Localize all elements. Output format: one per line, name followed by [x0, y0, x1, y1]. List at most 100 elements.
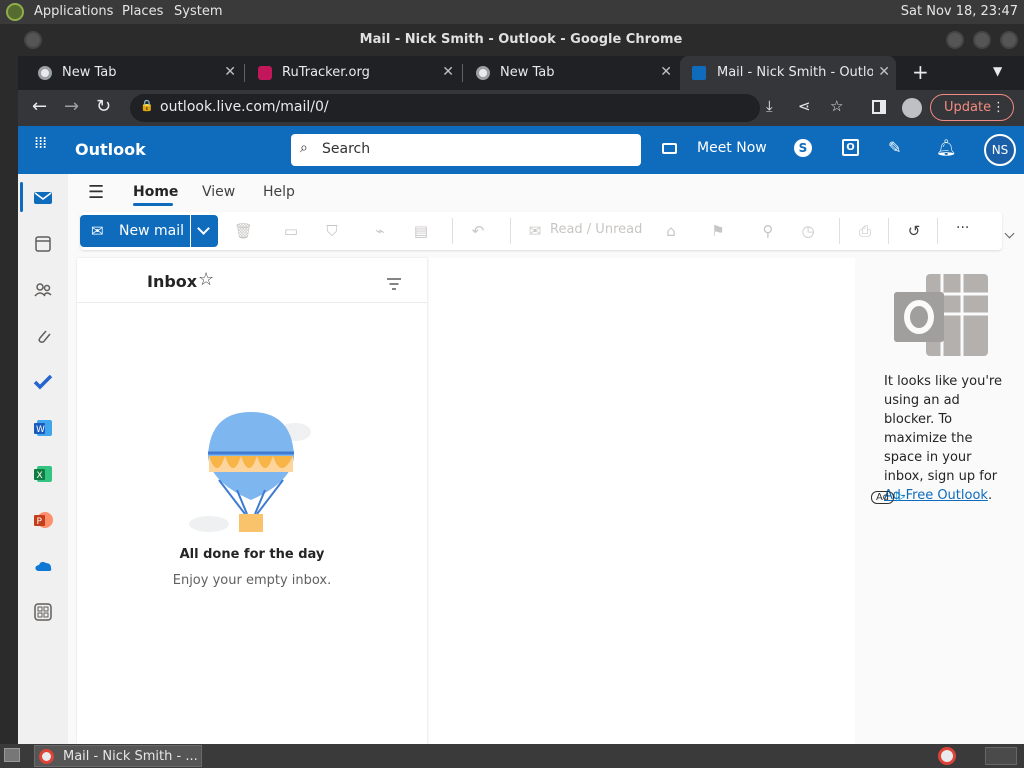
browser-window: Mail - Nick Smith - Outlook - Google Chr… — [18, 24, 1024, 744]
note-edit-icon[interactable]: ✎ — [888, 138, 901, 157]
close-icon[interactable]: ✕ — [878, 64, 890, 80]
taskbar-window-button[interactable]: Mail - Nick Smith - ... — [34, 745, 202, 767]
flag-icon[interactable]: ⚑ — [709, 222, 727, 240]
new-tab-button[interactable]: + — [912, 60, 929, 84]
side-panel-icon[interactable] — [872, 100, 886, 114]
workspace-switcher[interactable] — [985, 747, 1017, 765]
ribbon-divider — [452, 218, 453, 244]
paperclip-icon[interactable] — [32, 325, 54, 347]
forward-arrow-icon[interactable]: → — [64, 96, 79, 117]
meet-now-button[interactable]: Meet Now — [697, 140, 767, 156]
snooze-clock-icon[interactable]: ◷ — [799, 222, 817, 240]
close-icon[interactable]: ✕ — [660, 64, 672, 80]
ribbon-divider — [888, 218, 889, 244]
tray-chrome-icon[interactable] — [938, 747, 956, 765]
hamburger-menu-icon[interactable]: ☰ — [88, 182, 104, 203]
new-mail-button[interactable]: ✉ New mail — [80, 215, 190, 247]
chrome-icon — [476, 66, 490, 80]
rail-active-indicator — [20, 182, 23, 212]
print-icon[interactable]: ⎙ — [856, 222, 874, 240]
delete-icon[interactable]: 🗑︎ — [234, 222, 253, 240]
tab-label: Mail - Nick Smith - Outlook — [717, 65, 873, 80]
menu-system[interactable]: System — [174, 4, 222, 19]
back-arrow-icon[interactable]: ← — [32, 96, 47, 117]
bookmark-star-icon[interactable]: ☆ — [830, 97, 843, 115]
taskbar-window-label: Mail - Nick Smith - ... — [63, 749, 198, 764]
app-name[interactable]: Outlook — [75, 140, 146, 159]
tab-search-chevron-icon[interactable]: ▼ — [993, 64, 1002, 78]
close-icon[interactable]: ✕ — [442, 64, 454, 80]
window-menu-button[interactable] — [24, 31, 42, 49]
inbox-title: Inbox — [147, 272, 198, 291]
bell-icon[interactable]: 🔔︎ — [936, 138, 956, 157]
tag-icon[interactable]: ⌂ — [662, 222, 680, 240]
mail-icon[interactable] — [32, 187, 54, 209]
excel-icon[interactable]: X — [32, 463, 54, 485]
reply-icon[interactable]: ↶ — [469, 222, 487, 240]
adchoices-icon[interactable]: ▷ — [896, 489, 905, 503]
tab-outlook-mail[interactable]: Mail - Nick Smith - Outlook ✕ — [680, 56, 896, 90]
skype-icon[interactable]: S — [794, 139, 812, 157]
share-icon[interactable]: ⋖ — [798, 97, 811, 115]
system-clock[interactable]: Sat Nov 18, 23:47 — [901, 4, 1018, 19]
people-icon[interactable] — [32, 279, 54, 301]
tab-new-tab-2[interactable]: New Tab ✕ — [456, 56, 678, 90]
reading-pane — [429, 258, 855, 744]
ribbon-divider — [510, 218, 511, 244]
tab-help[interactable]: Help — [263, 184, 295, 200]
app-launcher-icon[interactable]: ⁞⁞⁞ — [34, 135, 47, 151]
search-box[interactable]: ⌕ Search — [291, 134, 641, 166]
tab-home[interactable]: Home — [133, 184, 178, 200]
svg-text:P: P — [37, 517, 43, 527]
address-bar[interactable]: 🔒 outlook.live.com/mail/0/ ⤓ ⋖ ☆ — [130, 94, 843, 122]
tab-new-tab-1[interactable]: New Tab ✕ — [18, 56, 242, 90]
ribbon-expand-chevron-icon[interactable] — [1004, 228, 1015, 239]
search-icon: ⌕ — [300, 140, 308, 156]
todo-check-icon[interactable] — [32, 371, 54, 393]
move-to-folder-icon[interactable]: ▤ — [412, 222, 430, 240]
message-list-pane: Inbox ☆ All done for the day Enjoy your … — [77, 258, 427, 744]
distro-logo-icon[interactable] — [6, 3, 24, 21]
tab-view[interactable]: View — [202, 184, 235, 200]
onedrive-icon[interactable] — [32, 555, 54, 577]
app-rail: W X P — [18, 174, 68, 744]
chrome-icon — [38, 66, 52, 80]
lock-icon: 🔒 — [140, 99, 154, 112]
pin-icon[interactable]: ⚲ — [759, 222, 777, 240]
calendar-icon[interactable] — [32, 233, 54, 255]
maximize-button[interactable] — [973, 31, 991, 49]
filter-icon[interactable] — [387, 275, 401, 290]
ribbon-divider — [937, 218, 938, 244]
powerpoint-icon[interactable]: P — [32, 509, 54, 531]
read-unread-button[interactable]: Read / Unread — [550, 222, 642, 237]
profile-avatar-icon[interactable] — [902, 98, 922, 118]
more-apps-icon[interactable] — [32, 601, 54, 623]
ad-text: It looks like you're using an ad blocker… — [884, 374, 1002, 484]
show-desktop-icon[interactable] — [4, 748, 20, 762]
close-window-button[interactable] — [1000, 31, 1018, 49]
undo-icon[interactable]: ↺ — [905, 222, 923, 240]
minimize-button[interactable] — [946, 31, 964, 49]
menu-places[interactable]: Places — [122, 4, 163, 19]
close-icon[interactable]: ✕ — [224, 64, 236, 80]
archive-icon[interactable]: ▭ — [282, 222, 300, 240]
word-icon[interactable]: W — [32, 417, 54, 439]
tab-strip: New Tab ✕ RuTracker.org ✕ New Tab ✕ Mail… — [18, 56, 1024, 90]
update-button[interactable]: Update ⋮ — [930, 94, 1014, 121]
office-outlook-icon[interactable]: O — [842, 139, 859, 156]
reload-icon[interactable]: ↻ — [96, 96, 111, 117]
report-shield-icon[interactable]: ⛉ — [323, 222, 341, 240]
tab-rutracker[interactable]: RuTracker.org ✕ — [238, 56, 460, 90]
menu-applications[interactable]: Applications — [34, 4, 113, 19]
more-options-button[interactable]: ··· — [956, 220, 969, 236]
kebab-menu-icon: ⋮ — [992, 100, 1005, 115]
download-icon[interactable]: ⤓ — [766, 97, 773, 115]
svg-text:X: X — [37, 471, 43, 481]
read-envelope-icon[interactable]: ✉ — [526, 222, 544, 240]
avatar[interactable]: NS — [984, 134, 1016, 166]
new-mail-label: New mail — [119, 223, 184, 239]
new-mail-dropdown-button[interactable] — [191, 215, 218, 247]
video-camera-icon[interactable] — [662, 143, 677, 154]
favorite-star-icon[interactable]: ☆ — [198, 269, 214, 290]
sweep-broom-icon[interactable]: ⌁ — [371, 222, 389, 240]
